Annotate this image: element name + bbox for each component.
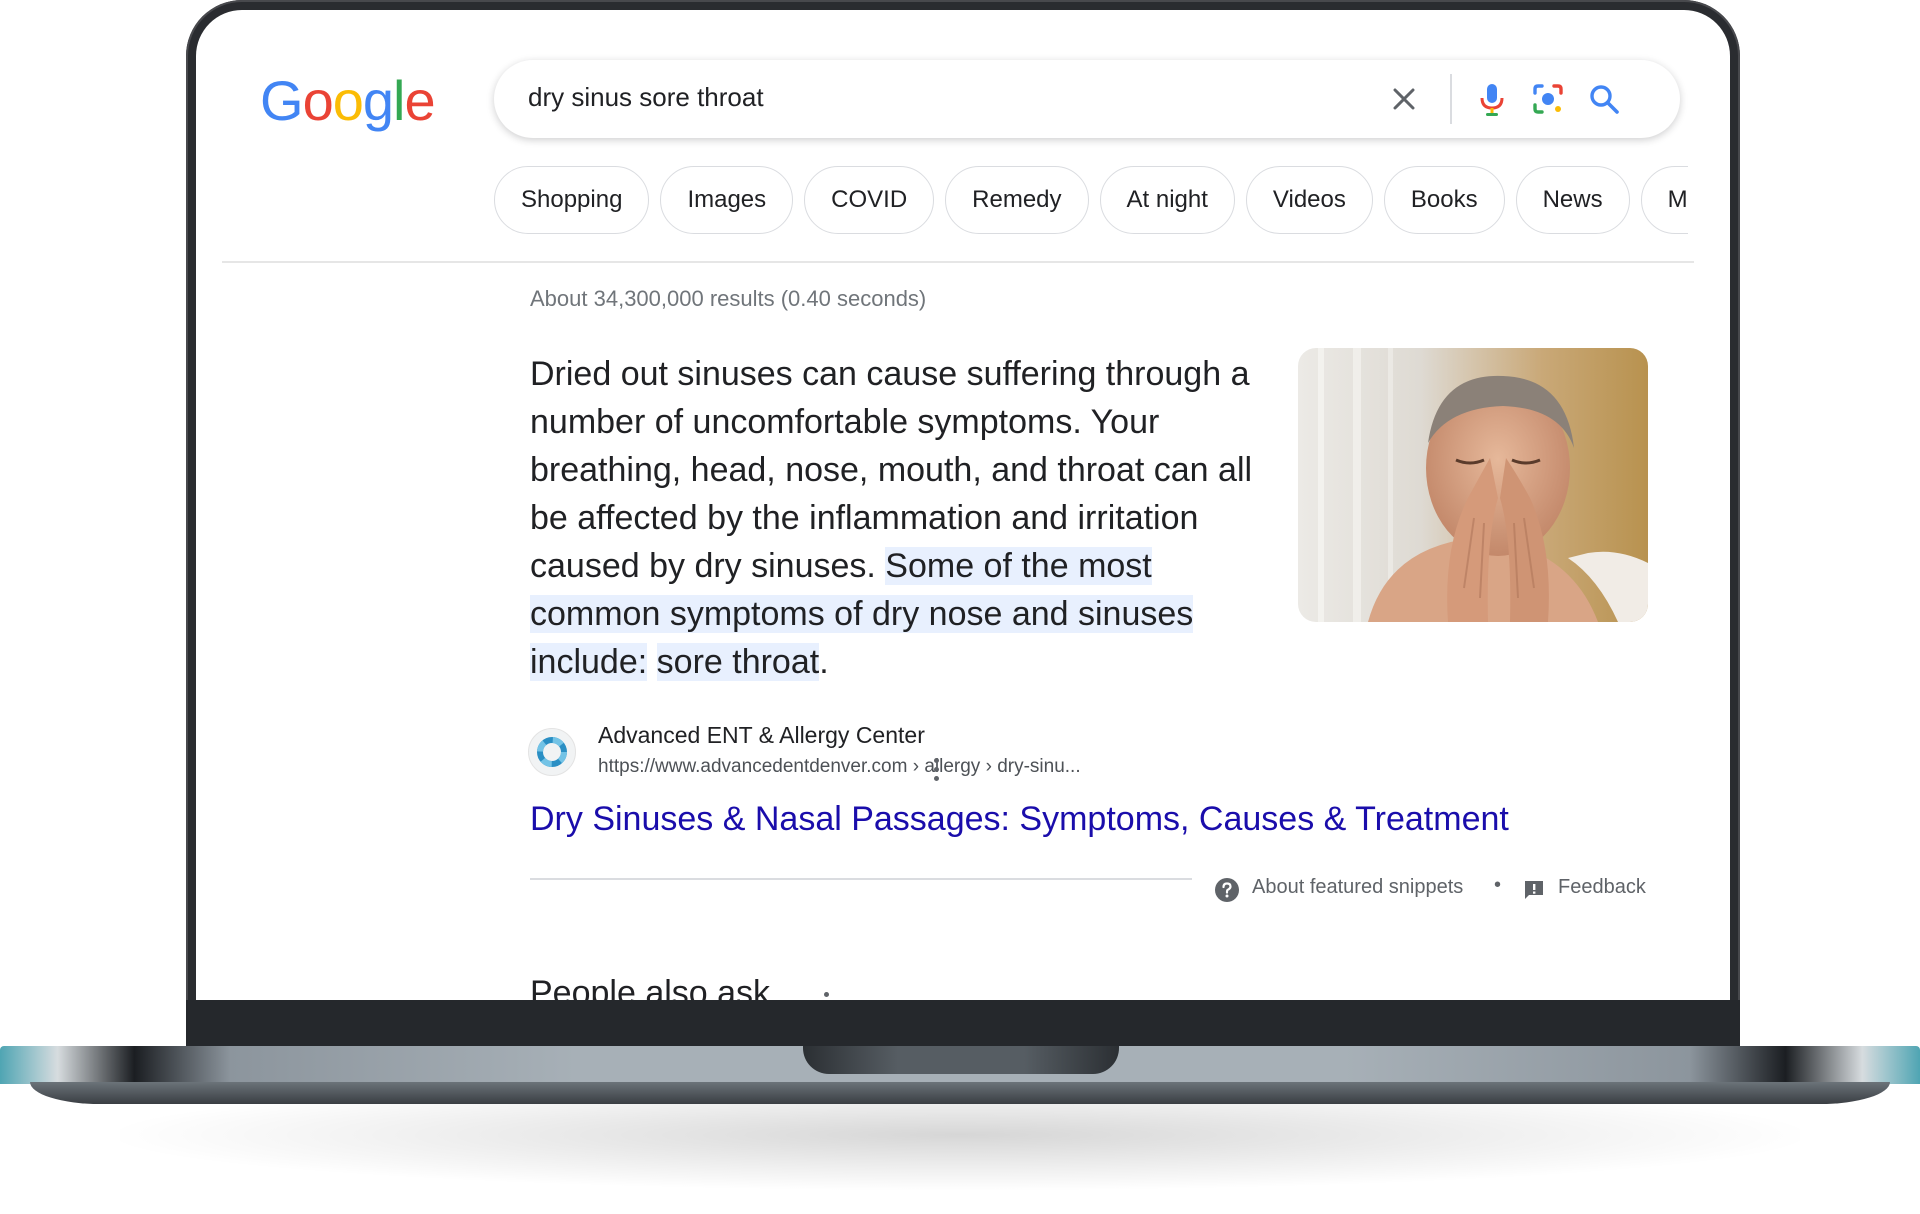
- about-featured-snippets-link[interactable]: About featured snippets: [1252, 876, 1463, 899]
- separator-dot: •: [1494, 874, 1502, 896]
- source-url[interactable]: https://www.advancedentdenver.com › alle…: [598, 756, 1081, 778]
- question-circle-icon[interactable]: [1214, 877, 1240, 903]
- result-stats: About 34,300,000 results (0.40 seconds): [530, 286, 927, 311]
- chip-books[interactable]: Books: [1383, 166, 1505, 234]
- featured-snippet-text: Dried out sinuses can cause suffering th…: [530, 350, 1290, 686]
- chip-remedy[interactable]: Remedy: [945, 166, 1089, 234]
- search-divider: [1450, 74, 1452, 124]
- snippet-divider: [530, 878, 1192, 880]
- chip-images[interactable]: Images: [660, 166, 794, 234]
- logo-letter: l: [393, 69, 405, 132]
- close-icon[interactable]: [1384, 79, 1424, 119]
- laptop-bezel-bottom: [186, 1000, 1740, 1050]
- laptop-opening-notch: [803, 1046, 1119, 1074]
- more-vert-icon[interactable]: [934, 758, 940, 785]
- logo-letter: g: [362, 69, 394, 132]
- logo-letter: G: [260, 69, 304, 132]
- source-name[interactable]: Advanced ENT & Allergy Center: [598, 722, 925, 749]
- laptop-base-lower: [30, 1082, 1890, 1104]
- laptop-screen: Google dry sinus sore throat ShoppingIm: [196, 10, 1730, 1000]
- camera-lens-icon[interactable]: [1528, 79, 1568, 119]
- snippet-highlight-answer: sore throat: [656, 643, 820, 681]
- snippet-end: .: [819, 643, 829, 681]
- logo-letter: o: [302, 69, 334, 132]
- more-vert-icon[interactable]: [824, 992, 830, 1000]
- search-input[interactable]: dry sinus sore throat: [528, 82, 764, 113]
- logo-letter: e: [404, 69, 435, 132]
- chip-covid[interactable]: COVID: [804, 166, 935, 234]
- featured-snippet-image[interactable]: [1298, 348, 1648, 622]
- chip-shopping[interactable]: Shopping: [494, 166, 650, 234]
- result-title-link[interactable]: Dry Sinuses & Nasal Passages: Symptoms, …: [530, 800, 1509, 839]
- feedback-link[interactable]: Feedback: [1558, 876, 1646, 899]
- chip-news[interactable]: News: [1515, 166, 1630, 234]
- microphone-icon[interactable]: [1472, 79, 1512, 119]
- search-icon[interactable]: [1584, 79, 1624, 119]
- source-logo-icon: [537, 737, 567, 767]
- source-favicon[interactable]: [528, 728, 576, 776]
- chip-at-night[interactable]: At night: [1099, 166, 1235, 234]
- feedback-icon[interactable]: [1522, 878, 1546, 902]
- search-box[interactable]: dry sinus sore throat: [494, 60, 1680, 138]
- chip-videos[interactable]: Videos: [1245, 166, 1373, 234]
- chip-maps[interactable]: Maps: [1640, 166, 1688, 234]
- filter-chips: Shopping Images COVID Remedy At night Videos B…: [494, 166, 1688, 236]
- google-logo[interactable]: Google: [260, 68, 436, 133]
- header-divider: [222, 261, 1694, 263]
- logo-letter: o: [332, 69, 364, 132]
- people-also-ask-heading: People also ask: [530, 974, 771, 1000]
